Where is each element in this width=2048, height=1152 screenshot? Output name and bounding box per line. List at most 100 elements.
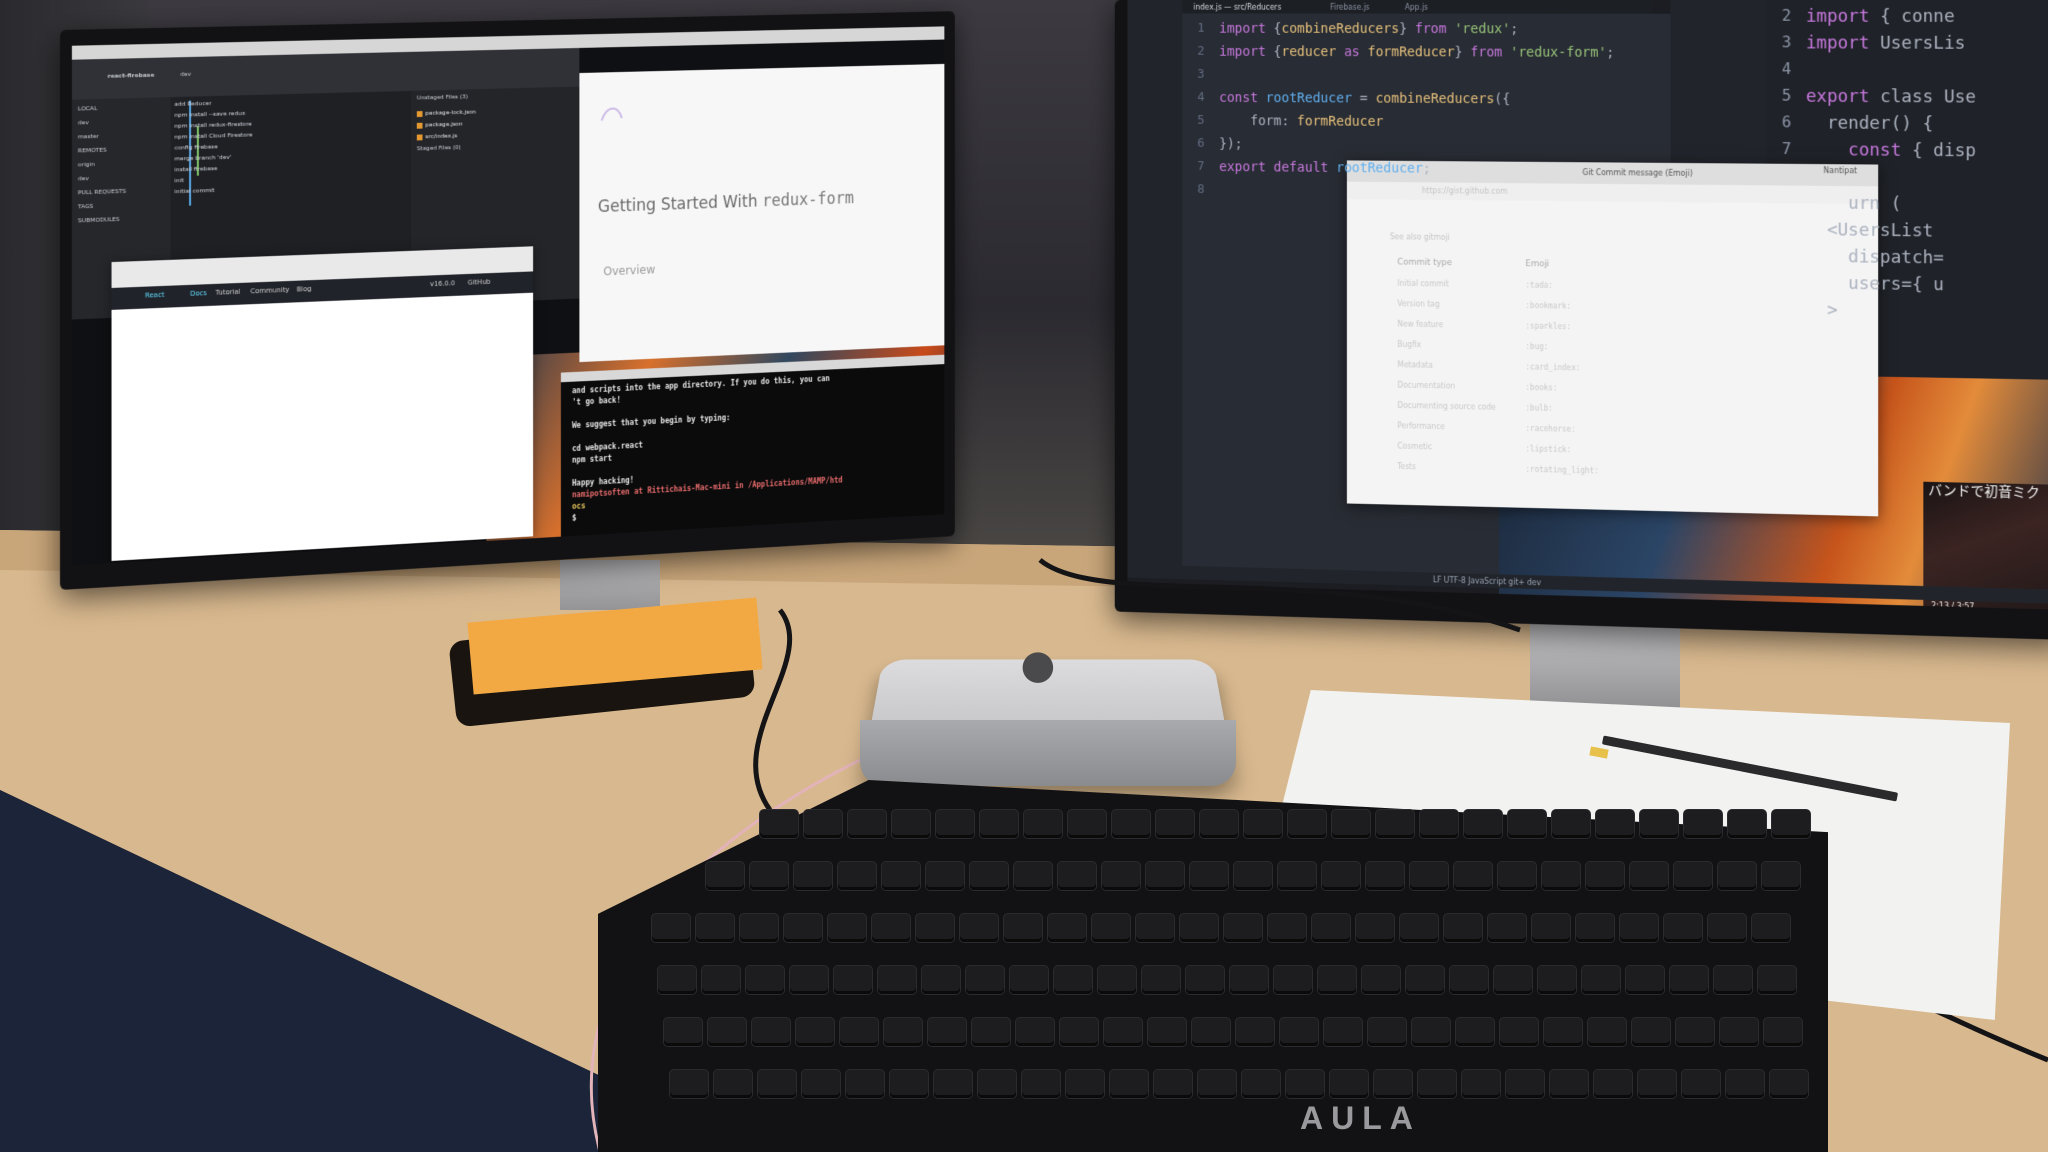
- keyboard-key[interactable]: [794, 862, 832, 890]
- keyboard-key[interactable]: [1630, 862, 1668, 890]
- keyboard-key[interactable]: [1054, 966, 1092, 994]
- keyboard-key[interactable]: [1620, 914, 1658, 942]
- keyboard-key[interactable]: [1498, 862, 1536, 890]
- keyboard-key[interactable]: [1762, 862, 1800, 890]
- keyboard-key[interactable]: [1068, 810, 1106, 838]
- keyboard-key[interactable]: [1058, 862, 1096, 890]
- keyboard-key[interactable]: [670, 1070, 708, 1098]
- keyboard-key[interactable]: [1014, 862, 1052, 890]
- keyboard-key[interactable]: [872, 914, 910, 942]
- keyboard-key[interactable]: [1450, 966, 1488, 994]
- keyboard-key[interactable]: [1286, 1070, 1324, 1098]
- keyboard-key[interactable]: [706, 862, 744, 890]
- keyboard-key[interactable]: [1770, 1070, 1808, 1098]
- keyboard-key[interactable]: [1444, 914, 1482, 942]
- keyboard-key[interactable]: [1142, 966, 1180, 994]
- keyboard-key[interactable]: [1312, 914, 1350, 942]
- keyboard-key[interactable]: [834, 966, 872, 994]
- keyboard-key[interactable]: [714, 1070, 752, 1098]
- keyboard-key[interactable]: [1410, 862, 1448, 890]
- keyboard-key[interactable]: [758, 1070, 796, 1098]
- keyboard-key[interactable]: [1066, 1070, 1104, 1098]
- keyboard-key[interactable]: [784, 914, 822, 942]
- keyboard-key[interactable]: [1110, 1070, 1148, 1098]
- keyboard-key[interactable]: [1632, 1018, 1670, 1046]
- keyboard-key[interactable]: [760, 810, 798, 838]
- keyboard-key[interactable]: [1488, 914, 1526, 942]
- keyboard-key[interactable]: [840, 1018, 878, 1046]
- keyboard-key[interactable]: [1230, 966, 1268, 994]
- keyboard-key[interactable]: [1374, 1070, 1412, 1098]
- keyboard-key[interactable]: [1098, 966, 1136, 994]
- keyboard-key[interactable]: [664, 1018, 702, 1046]
- keyboard-key[interactable]: [1242, 1070, 1280, 1098]
- keyboard-key[interactable]: [1376, 810, 1414, 838]
- keyboard-key[interactable]: [1542, 862, 1580, 890]
- keyboard-key[interactable]: [1192, 1018, 1230, 1046]
- keyboard-key[interactable]: [1670, 966, 1708, 994]
- keyboard-key[interactable]: [1494, 966, 1532, 994]
- keyboard-key[interactable]: [1626, 966, 1664, 994]
- keyboard-key[interactable]: [1366, 862, 1404, 890]
- keyboard-key[interactable]: [1234, 862, 1272, 890]
- keyboard-key[interactable]: [1714, 966, 1752, 994]
- keyboard-key[interactable]: [740, 914, 778, 942]
- keyboard-key[interactable]: [926, 862, 964, 890]
- keyboard-key[interactable]: [1244, 810, 1282, 838]
- keyboard-key[interactable]: [1538, 966, 1576, 994]
- keyboard-key[interactable]: [1682, 1070, 1720, 1098]
- keyboard-key[interactable]: [892, 810, 930, 838]
- keyboard-key[interactable]: [1136, 914, 1174, 942]
- keyboard-key[interactable]: [1506, 1070, 1544, 1098]
- keyboard-key[interactable]: [1060, 1018, 1098, 1046]
- keyboard-key[interactable]: [1640, 810, 1678, 838]
- keyboard-key[interactable]: [658, 966, 696, 994]
- keyboard-key[interactable]: [1112, 810, 1150, 838]
- keyboard-key[interactable]: [1092, 914, 1130, 942]
- keyboard-key[interactable]: [1288, 810, 1326, 838]
- keyboard-key[interactable]: [1146, 862, 1184, 890]
- keyboard-key[interactable]: [1324, 1018, 1362, 1046]
- keyboard-key[interactable]: [802, 1070, 840, 1098]
- keyboard-key[interactable]: [828, 914, 866, 942]
- keyboard-key[interactable]: [1508, 810, 1546, 838]
- keyboard-key[interactable]: [1236, 1018, 1274, 1046]
- keyboard-key[interactable]: [928, 1018, 966, 1046]
- keyboard-key[interactable]: [978, 1070, 1016, 1098]
- keyboard-key[interactable]: [1674, 862, 1712, 890]
- keyboard-key[interactable]: [1368, 1018, 1406, 1046]
- keyboard-key[interactable]: [1356, 914, 1394, 942]
- keyboard-key[interactable]: [1190, 862, 1228, 890]
- keyboard-key[interactable]: [1200, 810, 1238, 838]
- keyboard-key[interactable]: [1638, 1070, 1676, 1098]
- keyboard-key[interactable]: [1726, 1070, 1764, 1098]
- keyboard-key[interactable]: [1576, 914, 1614, 942]
- keyboard-key[interactable]: [1016, 1018, 1054, 1046]
- keyboard-key[interactable]: [1186, 966, 1224, 994]
- keyboard-key[interactable]: [884, 1018, 922, 1046]
- keyboard-key[interactable]: [1594, 1070, 1632, 1098]
- keyboard-key[interactable]: [1596, 810, 1634, 838]
- keyboard-key[interactable]: [1412, 1018, 1450, 1046]
- keyboard-key[interactable]: [1180, 914, 1218, 942]
- keyboard-key[interactable]: [1274, 966, 1312, 994]
- keyboard-key[interactable]: [804, 810, 842, 838]
- keyboard-key[interactable]: [1268, 914, 1306, 942]
- keyboard-key[interactable]: [1728, 810, 1766, 838]
- keyboard-key[interactable]: [1718, 862, 1756, 890]
- keyboard-key[interactable]: [1400, 914, 1438, 942]
- keyboard-key[interactable]: [1708, 914, 1746, 942]
- keyboard-key[interactable]: [1676, 1018, 1714, 1046]
- keyboard-key[interactable]: [1156, 810, 1194, 838]
- keyboard-key[interactable]: [1588, 1018, 1626, 1046]
- keyboard-key[interactable]: [652, 914, 690, 942]
- keyboard-key[interactable]: [752, 1018, 790, 1046]
- keyboard-key[interactable]: [934, 1070, 972, 1098]
- keyboard-key[interactable]: [966, 966, 1004, 994]
- keyboard-key[interactable]: [838, 862, 876, 890]
- keyboard-key[interactable]: [890, 1070, 928, 1098]
- keyboard-key[interactable]: [1420, 810, 1458, 838]
- keyboard-key[interactable]: [1456, 1018, 1494, 1046]
- keyboard-key[interactable]: [1552, 810, 1590, 838]
- keyboard-key[interactable]: [1454, 862, 1492, 890]
